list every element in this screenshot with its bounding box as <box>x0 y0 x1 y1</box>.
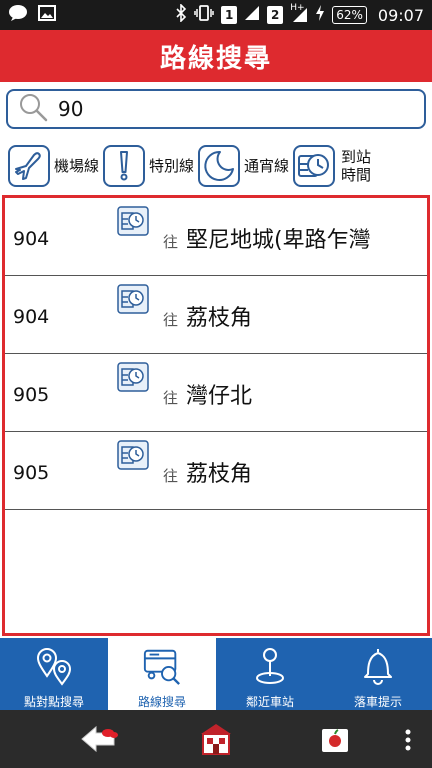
route-number: 904 <box>13 306 50 328</box>
direction-prefix: 往 <box>163 233 179 251</box>
route-row[interactable]: 905 往 灣仔北 <box>5 354 427 432</box>
title-bar: 路線搜尋 <box>0 30 432 82</box>
destination: 荔枝角 <box>186 462 253 487</box>
filter-arrival-time-line2: 時間 <box>341 166 372 184</box>
tab-route-search-label: 路線搜尋 <box>137 695 186 709</box>
schedule-clock-icon[interactable] <box>117 362 149 392</box>
image-notification-icon <box>38 5 56 25</box>
charging-icon <box>315 5 325 25</box>
moon-icon <box>198 145 241 187</box>
sim1-badge: 1 <box>221 6 238 24</box>
route-direction: 往 灣仔北 <box>163 378 252 410</box>
tab-point-to-point[interactable]: 點對點搜尋 <box>0 638 108 710</box>
location-pins-icon <box>34 644 74 687</box>
schedule-clock-icon[interactable] <box>117 284 149 314</box>
filter-overnight-label: 通宵線 <box>244 157 290 175</box>
filter-airport-label: 機場線 <box>54 157 100 175</box>
route-row[interactable]: 904 往 荔枝角 <box>5 276 427 354</box>
battery-indicator: 62% <box>332 6 367 24</box>
filter-special-button[interactable]: 特別線 <box>103 145 194 187</box>
tab-point-to-point-label: 點對點搜尋 <box>23 695 84 709</box>
search-box[interactable] <box>6 89 426 129</box>
direction-prefix: 往 <box>163 311 179 329</box>
sim2-badge: 2 <box>267 6 284 24</box>
filter-special-label: 特別線 <box>149 157 195 175</box>
tab-nearby-stops-label: 鄰近車站 <box>245 695 294 709</box>
page-title: 路線搜尋 <box>159 43 272 74</box>
recent-apps-icon[interactable] <box>320 724 350 758</box>
destination: 灣仔北 <box>186 384 253 409</box>
destination: 荔枝角 <box>186 306 253 331</box>
system-nav-bar <box>0 710 432 768</box>
vibrate-icon <box>194 4 214 26</box>
route-search-icon <box>142 644 182 687</box>
schedule-clock-icon[interactable] <box>117 440 149 470</box>
bus-clock-icon <box>293 145 336 187</box>
filter-arrival-time-button[interactable]: 到站 時間 <box>293 145 373 187</box>
route-number: 904 <box>13 228 50 250</box>
route-direction: 往 荔枝角 <box>163 456 252 488</box>
destination: 堅尼地城(卑路乍灣 <box>186 228 371 253</box>
tab-route-search[interactable]: 路線搜尋 <box>108 638 216 710</box>
filter-airport-button[interactable]: 機場線 <box>8 145 99 187</box>
bluetooth-icon <box>175 3 187 26</box>
status-bar: 1 2 H+ 62% 09:07 <box>0 0 432 30</box>
clock: 09:07 <box>377 5 424 25</box>
filter-overnight-button[interactable]: 通宵線 <box>198 145 289 187</box>
signal2-icon: H+ <box>290 3 308 23</box>
schedule-clock-icon[interactable] <box>117 206 149 236</box>
direction-prefix: 往 <box>163 389 179 407</box>
chat-notification-icon <box>8 4 28 26</box>
signal1-icon <box>244 5 260 25</box>
route-row[interactable]: 904 往 堅尼地城(卑路乍灣 <box>5 198 427 276</box>
tab-alight-reminder[interactable]: 落車提示 <box>324 638 432 710</box>
route-direction: 往 荔枝角 <box>163 300 252 332</box>
exclamation-icon <box>103 145 146 187</box>
nearby-stop-icon <box>250 644 290 687</box>
home-shop-icon[interactable] <box>198 722 234 760</box>
search-input[interactable] <box>58 97 398 121</box>
search-icon <box>18 92 48 126</box>
tab-alight-reminder-label: 落車提示 <box>353 695 402 709</box>
overflow-menu-icon[interactable] <box>404 728 412 756</box>
direction-prefix: 往 <box>163 467 179 485</box>
filter-arrival-time-line1: 到站 <box>341 148 372 166</box>
airplane-icon <box>8 145 50 187</box>
bell-icon <box>358 644 398 687</box>
back-arrow-icon[interactable] <box>80 724 118 758</box>
route-number: 905 <box>13 384 50 406</box>
filter-row: 機場線 特別線 通宵線 到站 時間 <box>0 140 432 192</box>
route-result-list[interactable]: 904 往 堅尼地城(卑路乍灣 904 往 荔枝角 905 往 灣仔北 905 <box>2 195 430 636</box>
filter-arrival-time-label: 到站 時間 <box>339 148 373 184</box>
route-direction: 往 堅尼地城(卑路乍灣 <box>163 222 371 254</box>
bottom-tab-bar: 點對點搜尋 路線搜尋 鄰近車站 落車提示 <box>0 638 432 710</box>
route-row[interactable]: 905 往 荔枝角 <box>5 432 427 510</box>
route-number: 905 <box>13 462 50 484</box>
tab-nearby-stops[interactable]: 鄰近車站 <box>216 638 324 710</box>
network-type: H+ <box>290 3 305 13</box>
